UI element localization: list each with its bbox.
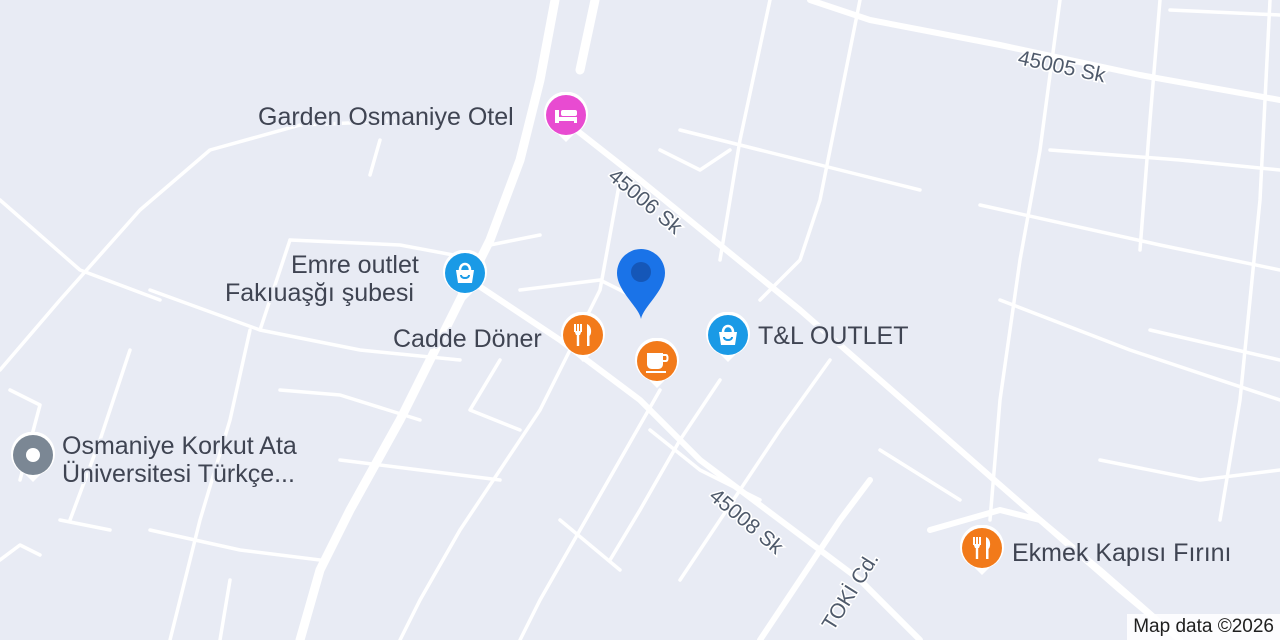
poi-label: Garden Osmaniye Otel — [258, 103, 514, 131]
poi-label: Ekmek Kapısı Fırını — [1012, 539, 1232, 567]
street-label-toki: TOKİ Cd. — [818, 549, 884, 635]
poi-label: Cadde Döner — [393, 325, 542, 353]
shopping-bag-icon — [706, 312, 750, 362]
street-label-45008: 45008 Sk — [705, 484, 788, 559]
bed-icon — [544, 92, 588, 142]
poi-label-line2: Üniversitesi Türkçe... — [62, 460, 295, 488]
location-pin-icon[interactable] — [613, 245, 669, 321]
poi-label-line1: Osmaniye Korkut Ata — [62, 432, 297, 460]
poi-label: T&L OUTLET — [758, 322, 909, 350]
poi-label-line2: Fakıuaşğı şubesi — [225, 279, 414, 307]
shopping-bag-icon — [443, 250, 487, 300]
street-label-45006: 45006 Sk — [604, 164, 687, 239]
street-label-45005: 45005 Sk — [1016, 46, 1108, 87]
poi-label-line1: Emre outlet — [291, 251, 419, 279]
map-canvas[interactable]: 45005 Sk 45006 Sk 45008 Sk TOKİ Cd. Gard… — [0, 0, 1280, 640]
place-marker-icon — [11, 432, 55, 482]
fork-knife-icon — [960, 525, 1004, 575]
map-attribution[interactable]: Map data ©2026 — [1127, 614, 1280, 640]
fork-knife-icon — [561, 312, 605, 362]
coffee-cup-icon — [635, 338, 679, 388]
